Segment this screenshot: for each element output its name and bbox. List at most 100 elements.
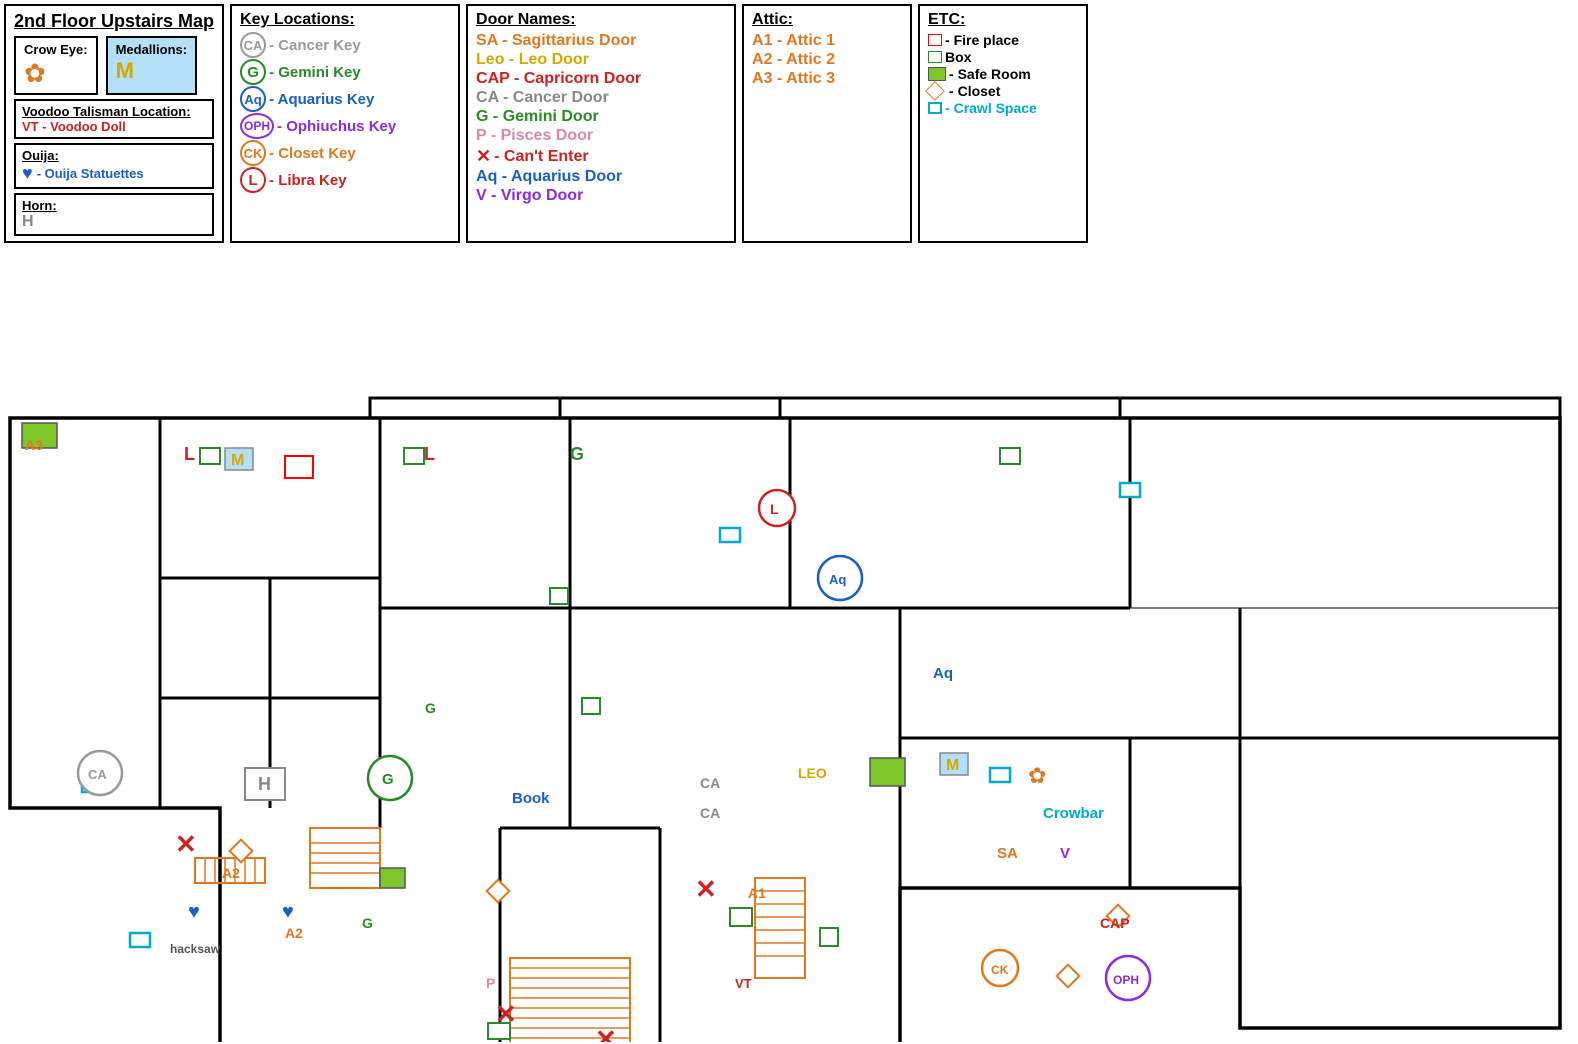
key-locations-box: Key Locations: CA - Cancer Key G - Gemin…	[230, 4, 460, 243]
attic-box: Attic: A1 - Attic 1 A2 - Attic 2 A3 - At…	[742, 4, 912, 243]
door-names-box: Door Names: SA - Sagittarius Door Leo - …	[466, 4, 736, 243]
box-label: Box	[945, 49, 971, 65]
ck-circle: CK	[240, 140, 266, 166]
g-label: - Gemini Key	[269, 64, 361, 81]
crawl-space-label: - Crawl Space	[945, 100, 1037, 116]
svg-text:LEO: LEO	[798, 765, 827, 781]
oph-circle: OPH	[240, 113, 274, 139]
svg-text:✿: ✿	[1028, 763, 1046, 788]
ouija-box: Ouija: ♥ - Ouija Statuettes	[14, 143, 214, 189]
svg-text:G: G	[382, 771, 394, 788]
key-l: L - Libra Key	[240, 167, 450, 193]
voodoo-box: Voodoo Talisman Location: VT - Voodoo Do…	[14, 99, 214, 139]
svg-text:L: L	[770, 501, 779, 517]
svg-text:Aq: Aq	[933, 665, 953, 682]
map-title: 2nd Floor Upstairs Map	[14, 11, 214, 32]
svg-text:Aq: Aq	[829, 572, 846, 587]
door-p: P - Pisces Door	[476, 127, 726, 145]
attic-title: Attic:	[752, 11, 902, 29]
horn-value: H	[22, 213, 206, 231]
horn-box: Horn: H	[14, 193, 214, 236]
etc-fireplace: - Fire place	[928, 32, 1078, 48]
svg-text:G: G	[362, 915, 373, 931]
medallions-box: Medallions: M	[106, 36, 198, 95]
etc-closet: - Closet	[928, 83, 1078, 99]
crow-eye-box: Crow Eye: ✿	[14, 36, 98, 95]
l-circle: L	[240, 167, 266, 193]
etc-safe-room: - Safe Room	[928, 66, 1078, 82]
key-ca: CA - Cancer Key	[240, 32, 450, 58]
etc-box-item: Box	[928, 49, 1078, 65]
svg-text:L: L	[184, 444, 195, 464]
svg-text:V: V	[1060, 845, 1070, 862]
svg-text:CA: CA	[700, 775, 720, 791]
svg-text:G: G	[570, 444, 584, 464]
svg-text:♥: ♥	[188, 901, 200, 923]
svg-text:P: P	[486, 975, 495, 991]
medallions-value: M	[116, 58, 188, 84]
fireplace-icon	[928, 34, 942, 46]
attic-3: A3 - Attic 3	[752, 70, 902, 88]
crawl-space-icon	[928, 102, 942, 114]
svg-text:✕: ✕	[495, 999, 517, 1029]
key-g: G - Gemini Key	[240, 59, 450, 85]
aq-label: - Aquarius Key	[269, 91, 374, 108]
svg-text:hacksaw: hacksaw	[170, 942, 221, 956]
attic-2: A2 - Attic 2	[752, 51, 902, 69]
svg-text:✕: ✕	[695, 874, 717, 904]
ouija-value: ♥ - Ouija Statuettes	[22, 163, 206, 184]
medallions-label: Medallions:	[116, 42, 188, 57]
door-g: G - Gemini Door	[476, 108, 726, 126]
svg-text:SA: SA	[997, 845, 1018, 862]
key-aq: Aq - Aquarius Key	[240, 86, 450, 112]
ouija-label: Ouija:	[22, 148, 206, 163]
svg-text:H: H	[258, 774, 271, 794]
door-ca: CA - Cancer Door	[476, 89, 726, 107]
map-svg: ♥ ♥ ✿ ✕ ✕ ✕ ✕ M M CA G Aq Aq L OPH CK L …	[0, 388, 1578, 1042]
crow-eye-icon: ✿	[24, 58, 88, 89]
crow-eye-label: Crow Eye:	[24, 42, 88, 57]
svg-text:VT: VT	[735, 976, 752, 991]
svg-text:✕: ✕	[595, 1024, 617, 1042]
ck-label: - Closet Key	[269, 145, 356, 162]
door-cant-enter: ✕ - Can't Enter	[476, 146, 726, 167]
horn-label: Horn:	[22, 198, 206, 213]
closet-icon	[925, 81, 945, 101]
svg-text:M: M	[946, 757, 959, 774]
g-circle: G	[240, 59, 266, 85]
svg-text:A3: A3	[25, 437, 43, 453]
fireplace-label: - Fire place	[945, 32, 1019, 48]
ca-label: - Cancer Key	[269, 37, 361, 54]
aq-circle: Aq	[240, 86, 266, 112]
svg-text:M: M	[231, 452, 244, 469]
svg-text:CK: CK	[991, 963, 1009, 977]
etc-crawl-space: - Crawl Space	[928, 100, 1078, 116]
svg-text:CA: CA	[88, 767, 107, 782]
box-icon	[928, 51, 942, 63]
svg-text:Crowbar: Crowbar	[1043, 805, 1104, 822]
safe-room-label: - Safe Room	[949, 66, 1031, 82]
voodoo-label: Voodoo Talisman Location:	[22, 104, 206, 119]
oph-label: - Ophiuchus Key	[277, 118, 396, 135]
svg-text:Book: Book	[512, 790, 550, 807]
svg-text:♥: ♥	[282, 901, 294, 923]
svg-text:G: G	[425, 700, 436, 716]
svg-text:CA: CA	[700, 805, 720, 821]
l-label: - Libra Key	[269, 172, 347, 189]
door-leo: Leo - Leo Door	[476, 51, 726, 69]
door-sa: SA - Sagittarius Door	[476, 32, 726, 50]
ca-circle: CA	[240, 32, 266, 58]
door-names-title: Door Names:	[476, 11, 726, 29]
svg-text:✕: ✕	[175, 829, 197, 859]
svg-text:L: L	[424, 444, 435, 464]
key-locations-title: Key Locations:	[240, 11, 450, 29]
etc-box: ETC: - Fire place Box - Safe Room - Clos…	[918, 4, 1088, 243]
closet-label: - Closet	[949, 83, 1000, 99]
svg-text:A2: A2	[285, 925, 303, 941]
door-cap: CAP - Capricorn Door	[476, 70, 726, 88]
key-oph: OPH - Ophiuchus Key	[240, 113, 450, 139]
legend-crow-eye: 2nd Floor Upstairs Map Crow Eye: ✿ Medal…	[4, 4, 224, 243]
door-aq: Aq - Aquarius Door	[476, 168, 726, 186]
safe-room-icon	[928, 67, 946, 81]
key-ck: CK - Closet Key	[240, 140, 450, 166]
